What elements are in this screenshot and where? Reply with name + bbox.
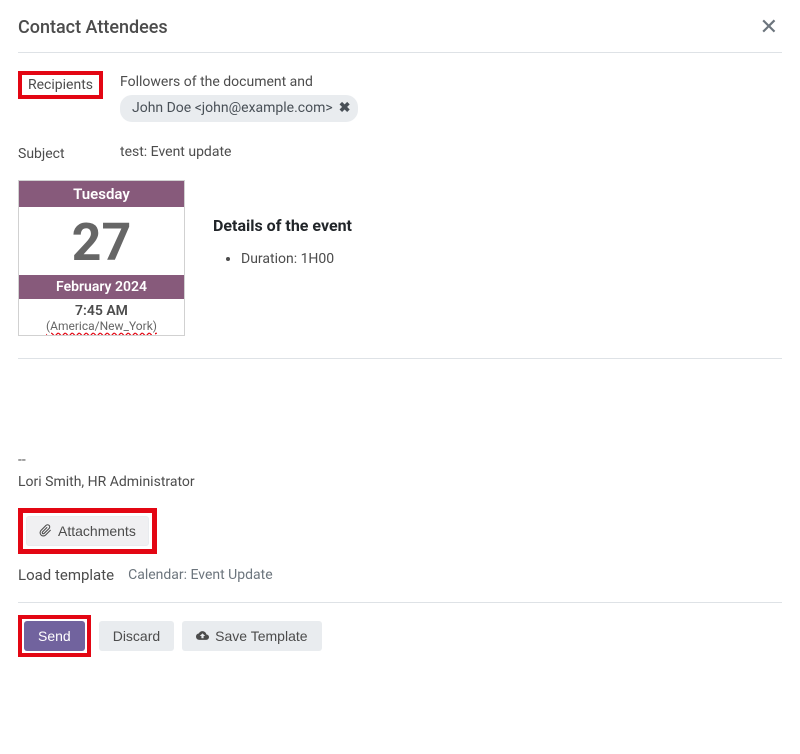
cloud-upload-icon — [196, 629, 209, 642]
paperclip-icon — [39, 524, 52, 537]
discard-button[interactable]: Discard — [99, 621, 174, 651]
save-template-button[interactable]: Save Template — [182, 621, 321, 651]
date-monthyear: February 2024 — [19, 275, 184, 299]
event-duration-item: Duration: 1H00 — [241, 247, 352, 272]
recipient-chip-text: John Doe <john@example.com> — [132, 97, 333, 119]
attachments-button[interactable]: Attachments — [26, 516, 149, 546]
subject-label: Subject — [18, 144, 120, 162]
attachments-highlight: Attachments — [18, 508, 157, 554]
send-button[interactable]: Send — [24, 621, 85, 651]
event-details-title: Details of the event — [213, 216, 352, 235]
event-details: Details of the event Duration: 1H00 — [213, 180, 352, 336]
event-area: Tuesday 27 February 2024 7:45 AM (Americ… — [18, 180, 782, 336]
duration-label: Duration: — [241, 251, 301, 267]
load-template-row: Load template Calendar: Event Update — [18, 566, 782, 603]
subject-row: Subject test: Event update — [18, 122, 782, 162]
date-card: Tuesday 27 February 2024 7:45 AM (Americ… — [18, 180, 185, 336]
date-dayname: Tuesday — [19, 181, 184, 207]
date-time: 7:45 AM — [19, 299, 184, 319]
contact-attendees-modal: Contact Attendees ✕ Recipients Followers… — [0, 0, 800, 673]
remove-recipient-icon[interactable]: ✖ — [339, 97, 351, 119]
close-button[interactable]: ✕ — [756, 16, 782, 38]
close-icon: ✕ — [760, 14, 778, 39]
signature-dashes: -- — [18, 449, 782, 471]
recipients-label: Recipients — [28, 75, 93, 93]
send-highlight: Send — [18, 615, 91, 657]
load-template-label: Load template — [18, 566, 114, 584]
recipients-value: Followers of the document and John Doe <… — [120, 71, 782, 122]
attachments-label: Attachments — [58, 523, 136, 539]
divider — [18, 358, 782, 359]
recipients-row: Recipients Followers of the document and… — [18, 53, 782, 122]
subject-value[interactable]: test: Event update — [120, 144, 782, 160]
signature-block: -- Lori Smith, HR Administrator — [18, 449, 782, 494]
load-template-value[interactable]: Calendar: Event Update — [128, 567, 273, 583]
date-daynum: 27 — [19, 207, 184, 275]
modal-header: Contact Attendees ✕ — [18, 16, 782, 53]
recipients-followers-text: Followers of the document and — [120, 74, 313, 90]
recipient-chip[interactable]: John Doe <john@example.com> ✖ — [120, 95, 358, 121]
modal-title: Contact Attendees — [18, 17, 168, 38]
footer-buttons: Send Discard Save Template — [18, 615, 782, 657]
signature-line: Lori Smith, HR Administrator — [18, 471, 782, 493]
recipients-label-highlight: Recipients — [18, 71, 103, 99]
date-timezone: (America/New_York) — [19, 319, 184, 335]
duration-value: 1H00 — [301, 251, 335, 267]
